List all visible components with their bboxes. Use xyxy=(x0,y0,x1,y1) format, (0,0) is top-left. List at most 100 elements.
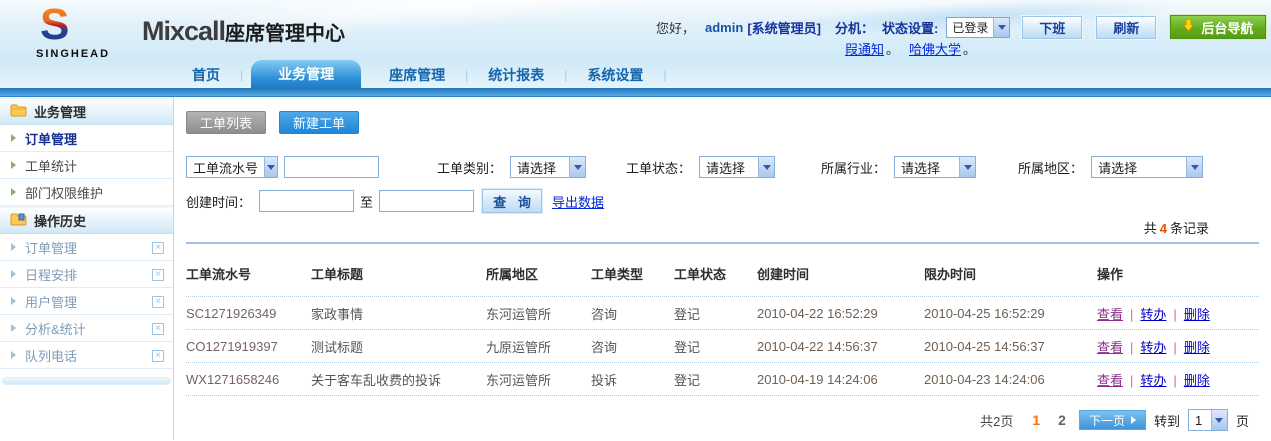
sidebar-item-label: 订单管理 xyxy=(25,129,77,148)
search-keyword-input[interactable] xyxy=(284,156,379,178)
tab-separator: | xyxy=(240,62,243,88)
next-page-button[interactable]: 下一页 xyxy=(1079,410,1146,430)
status-set-label: 状态设置: xyxy=(882,18,938,37)
region-value: 请选择 xyxy=(1092,157,1186,177)
filter-row-1: 工单流水号 工单类别： 请选择 工单状态： 请选择 所属行业： 请选择 xyxy=(186,156,1259,178)
notice-2-period: 。 xyxy=(963,42,976,57)
brand-block: S SINGHEAD Mixcall座席管理中心 xyxy=(36,2,345,49)
sidebar-item-order-management[interactable]: 订单管理 xyxy=(0,125,173,152)
brand-company-text: SINGHEAD xyxy=(36,48,110,60)
col-header-status: 工单状态 xyxy=(674,264,757,283)
industry-select[interactable]: 请选择 xyxy=(894,156,976,178)
cell-title: 测试标题 xyxy=(311,337,486,356)
worksheet-toolbar: 工单列表 新建工单 xyxy=(186,111,1259,134)
off-duty-button[interactable]: 下班 xyxy=(1022,16,1082,39)
tab-statistics-report[interactable]: 统计报表 xyxy=(468,62,564,88)
cell-type: 咨询 xyxy=(591,337,674,356)
transfer-link[interactable]: 转办 xyxy=(1140,307,1166,322)
cell-deadline: 2010-04-23 14:24:06 xyxy=(924,372,1097,387)
page-number-1[interactable]: 1 xyxy=(1027,412,1045,428)
transfer-link[interactable]: 转办 xyxy=(1140,373,1166,388)
next-page-label: 下一页 xyxy=(1089,412,1125,429)
sidebar-item-label: 分析&统计 xyxy=(25,319,86,338)
user-bar: 您好， admin [系统管理员] 分机： 状态设置: 已登录 下班 刷新 后台… xyxy=(656,15,1266,39)
record-count-number: 4 xyxy=(1157,221,1170,236)
tab-business-management[interactable]: 业务管理 xyxy=(251,60,361,88)
close-icon[interactable]: × xyxy=(152,323,164,335)
tab-agent-management[interactable]: 座席管理 xyxy=(369,62,465,88)
sidebar-item-history-schedule[interactable]: 日程安排 × xyxy=(0,261,173,288)
cell-type: 咨询 xyxy=(591,304,674,323)
close-icon[interactable]: × xyxy=(152,296,164,308)
sidebar: 业务管理 订单管理 工单统计 部门权限维护 操作历史 xyxy=(0,97,174,440)
greeting-text: 您好， xyxy=(656,18,695,37)
sidebar-item-ticket-statistics[interactable]: 工单统计 xyxy=(0,152,173,179)
cell-actions: 查看|转办|删除 xyxy=(1097,337,1259,356)
view-link[interactable]: 查看 xyxy=(1097,307,1123,322)
table-bottom-rule xyxy=(186,395,1259,396)
ticket-list-button[interactable]: 工单列表 xyxy=(186,111,266,134)
ticket-type-label: 工单类别： xyxy=(437,158,502,177)
username-text: admin xyxy=(705,20,743,35)
backstage-nav-button[interactable]: 后台导航 xyxy=(1170,15,1266,39)
agent-status-select[interactable]: 已登录 xyxy=(946,17,1010,38)
page-number-2[interactable]: 2 xyxy=(1053,412,1071,428)
close-icon[interactable]: × xyxy=(152,350,164,362)
refresh-button[interactable]: 刷新 xyxy=(1096,16,1156,39)
sidebar-item-label: 订单管理 xyxy=(25,238,77,257)
notice-link-2[interactable]: 哈佛大学 xyxy=(909,42,961,57)
sidebar-item-history-analysis-statistics[interactable]: 分析&统计 × xyxy=(0,315,173,342)
view-link[interactable]: 查看 xyxy=(1097,373,1123,388)
nav-tabs: 首页 | 业务管理 座席管理 | 统计报表 | 系统设置 | xyxy=(172,60,667,88)
ticket-status-select[interactable]: 请选择 xyxy=(699,156,775,178)
sidebar-item-department-permissions[interactable]: 部门权限维护 xyxy=(0,179,173,206)
cell-status: 登记 xyxy=(674,370,757,389)
delete-link[interactable]: 删除 xyxy=(1184,340,1210,355)
sidebar-item-history-user-management[interactable]: 用户管理 × xyxy=(0,288,173,315)
sidebar-item-history-queue-calls[interactable]: 队列电话 × xyxy=(0,342,173,369)
delete-link[interactable]: 删除 xyxy=(1184,307,1210,322)
col-header-region: 所属地区 xyxy=(486,264,591,283)
region-label: 所属地区： xyxy=(1018,158,1083,177)
col-header-actions: 操作 xyxy=(1097,264,1259,283)
cell-region: 东河运管所 xyxy=(486,304,591,323)
tab-separator: | xyxy=(663,62,666,88)
cell-region: 东河运管所 xyxy=(486,370,591,389)
search-field-select[interactable]: 工单流水号 xyxy=(186,156,278,178)
export-data-link[interactable]: 导出数据 xyxy=(552,192,604,211)
singhead-logo-icon: S xyxy=(36,2,84,49)
cell-title: 家政事情 xyxy=(311,304,486,323)
ticket-type-select[interactable]: 请选择 xyxy=(510,156,586,178)
query-button[interactable]: 查 询 xyxy=(482,189,542,213)
chevron-down-icon xyxy=(1186,157,1202,177)
goto-page-select[interactable]: 1 xyxy=(1188,409,1228,431)
created-from-input[interactable] xyxy=(259,190,354,212)
region-select[interactable]: 请选择 xyxy=(1091,156,1203,178)
notice-link-1[interactable]: 叚通知 xyxy=(845,42,884,57)
arrow-right-icon xyxy=(11,324,16,332)
tab-home[interactable]: 首页 xyxy=(172,62,240,88)
cell-deadline: 2010-04-25 14:56:37 xyxy=(924,339,1097,354)
view-link[interactable]: 查看 xyxy=(1097,340,1123,355)
chevron-down-icon xyxy=(264,157,277,177)
close-icon[interactable]: × xyxy=(152,242,164,254)
pagination: 共2页 1 2 下一页 转到 1 页 xyxy=(186,409,1259,431)
created-to-input[interactable] xyxy=(379,190,474,212)
page-total-label: 共2页 xyxy=(980,411,1013,430)
arrow-right-icon xyxy=(11,270,16,278)
col-header-title: 工单标题 xyxy=(311,264,486,283)
tab-system-settings[interactable]: 系统设置 xyxy=(567,62,663,88)
arrow-right-icon xyxy=(11,188,16,196)
table-header: 工单流水号 工单标题 所属地区 工单类型 工单状态 创建时间 限办时间 操作 xyxy=(186,244,1259,296)
sidebar-item-history-order-management[interactable]: 订单管理 × xyxy=(0,234,173,261)
delete-link[interactable]: 删除 xyxy=(1184,373,1210,388)
close-icon[interactable]: × xyxy=(152,269,164,281)
industry-value: 请选择 xyxy=(895,157,959,177)
chevron-down-icon xyxy=(569,157,585,177)
transfer-link[interactable]: 转办 xyxy=(1140,340,1166,355)
cell-created: 2010-04-19 14:24:06 xyxy=(757,372,924,387)
search-field-value: 工单流水号 xyxy=(187,157,264,177)
new-ticket-button[interactable]: 新建工单 xyxy=(279,111,359,134)
table-row: WX1271658246 关于客车乱收费的投诉 东河运管所 投诉 登记 2010… xyxy=(186,362,1259,395)
action-separator: | xyxy=(1173,340,1176,355)
